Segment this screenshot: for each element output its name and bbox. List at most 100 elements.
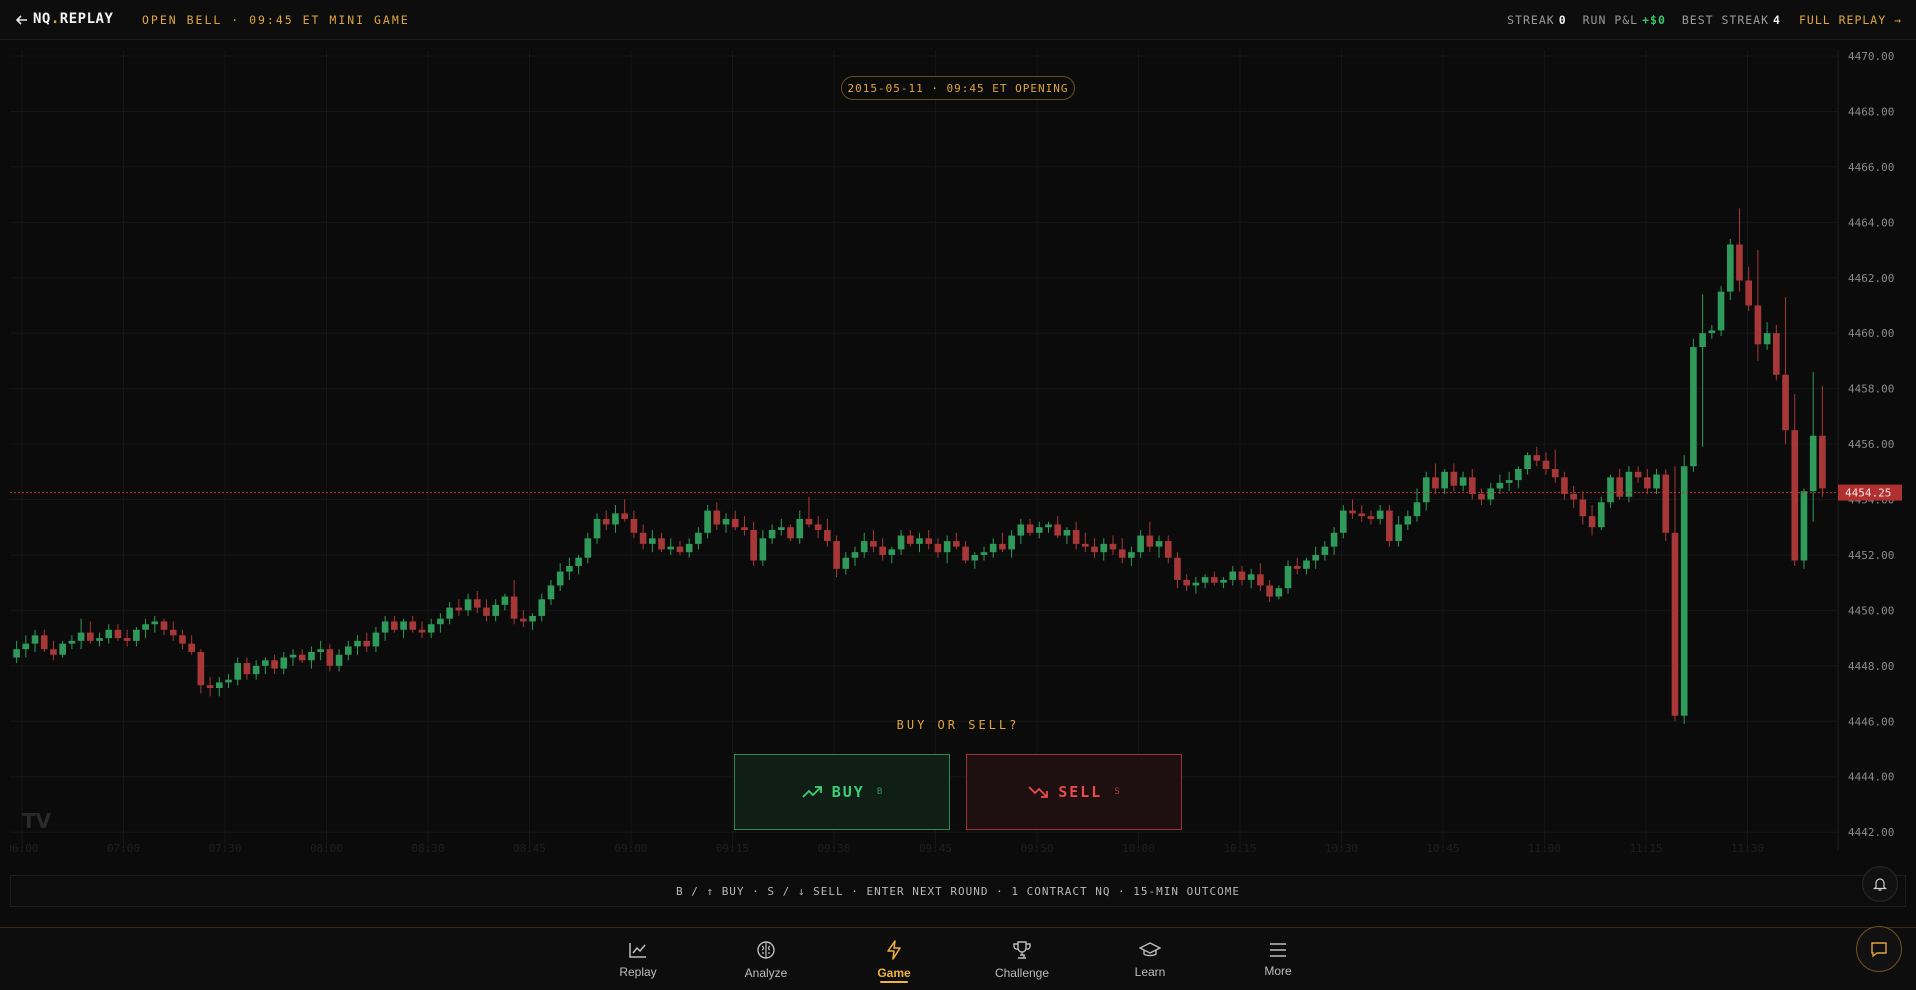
candle-body <box>142 624 149 630</box>
candle-body <box>584 538 592 558</box>
candle-body <box>1386 510 1393 542</box>
candle-body <box>1754 305 1762 345</box>
candle-body <box>1690 347 1697 467</box>
buy-button[interactable]: BUY B <box>734 754 950 830</box>
buy-label: BUY <box>831 783 865 801</box>
candle-body <box>1680 466 1688 716</box>
candle-body <box>824 530 831 542</box>
x-tick-label: 07:30 <box>208 842 241 855</box>
best-streak-value: 4 <box>1773 13 1781 27</box>
candlestick-chart[interactable]: 4470.00 4468.00 4466.00 4464.00 4462.00 4460.… <box>10 50 1906 858</box>
candle-body <box>649 538 656 544</box>
candle-body <box>1063 530 1071 536</box>
candle-body <box>925 538 933 544</box>
candle-body <box>1487 488 1495 500</box>
candle-body <box>814 524 822 530</box>
price-chart[interactable]: 4470.00 4468.00 4466.00 4464.00 4462.00 4460.… <box>10 50 1906 858</box>
candle-body <box>1422 477 1430 503</box>
x-tick-label: 10:45 <box>1426 842 1459 855</box>
candle-body <box>916 538 923 544</box>
streak-label: STREAK <box>1507 13 1555 27</box>
candle-body <box>1247 574 1255 580</box>
nav-game-label: Game <box>877 965 911 980</box>
back-arrow-icon[interactable] <box>14 12 30 28</box>
lightning-icon <box>887 939 901 960</box>
candle-body <box>59 643 66 655</box>
candle-body <box>1238 571 1246 580</box>
candle-body <box>1809 435 1817 492</box>
y-tick-label: 4468.00 <box>1848 105 1894 118</box>
candle-body <box>934 543 942 553</box>
candle-body <box>1616 477 1624 497</box>
tradingview-watermark-icon: TV <box>22 809 52 833</box>
candle-body <box>510 596 518 619</box>
nav-challenge[interactable]: Challenge <box>977 928 1067 990</box>
candle-body <box>354 640 361 647</box>
candle-body <box>1588 516 1596 528</box>
candle-body <box>759 538 767 561</box>
candle-body <box>722 518 730 525</box>
candle-body <box>105 629 113 639</box>
candle-body <box>621 513 628 519</box>
candle-body <box>1551 469 1559 478</box>
candle-body <box>1782 374 1789 431</box>
candle-body <box>243 663 251 675</box>
candle-body <box>1035 527 1043 533</box>
candle-body <box>1515 469 1522 481</box>
candle-body <box>768 530 776 539</box>
nav-learn[interactable]: Learn <box>1105 928 1195 990</box>
candle-body <box>1349 510 1356 514</box>
candle-body <box>446 607 453 619</box>
candle-body <box>556 571 564 586</box>
nav-more[interactable]: More <box>1233 928 1323 990</box>
candle-body <box>741 527 748 530</box>
x-tick-label: 08:00 <box>310 842 343 855</box>
candle-body <box>308 651 315 661</box>
sell-shortcut-key: S <box>1114 787 1120 797</box>
candle-body <box>1634 471 1642 478</box>
nav-analyze[interactable]: Analyze <box>721 928 811 990</box>
brand-logo[interactable]: NQ.REPLAY <box>33 11 113 27</box>
candle-body <box>1045 524 1052 528</box>
candle-body <box>1072 530 1080 544</box>
candle-body <box>1726 244 1734 292</box>
streak-stat: STREAK 0 <box>1507 13 1566 27</box>
y-tick-label: 4456.00 <box>1848 438 1894 451</box>
nav-replay[interactable]: Replay <box>593 928 683 990</box>
full-replay-link[interactable]: FULL REPLAY → <box>1799 13 1902 27</box>
bell-icon <box>1873 878 1887 891</box>
candle-body <box>1109 543 1117 550</box>
candle-body <box>667 546 675 550</box>
buy-shortcut-key: B <box>876 787 883 797</box>
candle-body <box>575 557 582 567</box>
notifications-button[interactable] <box>1862 866 1898 902</box>
candle-body <box>1367 516 1375 519</box>
candle-body <box>86 632 94 641</box>
candle-body <box>1450 471 1458 486</box>
nav-replay-label: Replay <box>619 964 657 979</box>
candle-body <box>1432 477 1439 489</box>
nav-more-label: More <box>1264 963 1292 978</box>
x-tick-label: 08:30 <box>411 842 444 855</box>
stats-bar: STREAK 0 RUN P&L +$0 BEST STREAK 4 FULL REP… <box>1491 13 1902 27</box>
candle-body <box>1183 579 1190 586</box>
x-tick-label: 08:45 <box>513 842 546 855</box>
candle-body <box>1496 482 1504 489</box>
candle-body <box>962 546 969 561</box>
x-tick-label: 11:30 <box>1731 842 1764 855</box>
sell-button[interactable]: SELL S <box>966 754 1182 830</box>
candle-body <box>1773 333 1780 375</box>
candle-body <box>842 557 850 569</box>
candle-body <box>870 541 877 547</box>
candle-body <box>630 518 638 533</box>
candle-body <box>1091 546 1098 553</box>
candle-body <box>538 599 546 616</box>
candle-body <box>851 552 859 558</box>
brand-text-left: NQ <box>33 11 51 27</box>
candle-body <box>888 549 896 555</box>
candle-body <box>999 543 1006 550</box>
chat-button[interactable] <box>1856 926 1902 972</box>
candle-body <box>197 651 205 686</box>
x-tick-label: 09:45 <box>919 842 952 855</box>
nav-game[interactable]: Game <box>849 928 939 990</box>
